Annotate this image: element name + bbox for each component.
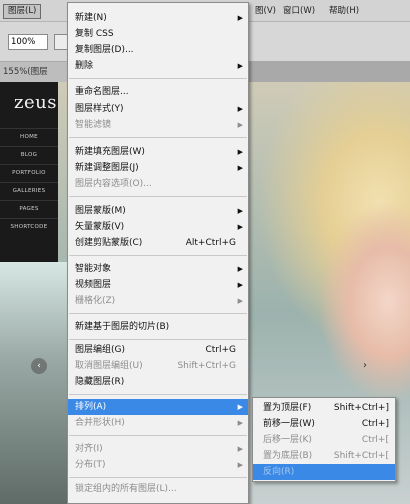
- submenu-arrow-icon: ▶: [237, 207, 243, 215]
- carousel-next-icon: ›: [363, 360, 367, 371]
- menu-separator: [69, 313, 247, 314]
- menu-item-lock-all-layers-in-group: 锁定组内的所有图层(L)...: [75, 484, 177, 494]
- website-nav-shortcode: SHORTCODE: [0, 218, 58, 235]
- menu-item-smart-objects[interactable]: 智能对象 ▶: [68, 261, 248, 277]
- menu-separator: [69, 137, 247, 138]
- arrange-submenu: 置为顶层(F) Shift+Ctrl+] 前移一层(W) Ctrl+] 后移一层(K…: [252, 397, 396, 482]
- submenu-arrow-icon: ▶: [237, 297, 243, 305]
- submenu-arrow-icon: ▶: [237, 461, 243, 469]
- zoom-field[interactable]: 100%: [8, 34, 48, 50]
- menu-item-layer-content-options: 图层内容选项(O)...: [75, 179, 152, 189]
- layer-menu: 新建(N) ▶ 复制 CSS 复制图层(D)... 删除 ▶ 重命名图层... 图层…: [67, 2, 249, 504]
- menu-help[interactable]: 帮助(H): [325, 4, 363, 19]
- menu-item-distribute: 分布(T) ▶: [68, 457, 248, 473]
- menu-item-new-adjustment-layer[interactable]: 新建调整图层(J) ▶: [68, 160, 248, 176]
- menu-item-delete[interactable]: 删除 ▶: [68, 58, 248, 74]
- website-photo-left-area: [0, 262, 70, 504]
- menu-item-duplicate-layer[interactable]: 复制图层(D)...: [68, 42, 248, 58]
- menu-item-layer-style[interactable]: 图层样式(Y) ▶: [68, 101, 248, 117]
- submenu-arrow-icon: ▶: [237, 148, 243, 156]
- menu-item-combine-shapes: 合并形状(H) ▶: [68, 415, 248, 431]
- website-nav-pages: PAGES: [0, 200, 58, 217]
- menu-separator: [69, 78, 247, 79]
- menu-view[interactable]: 图(V): [251, 4, 280, 19]
- menu-item-ungroup-layers: 取消图层编组(U) Shift+Ctrl+G: [75, 361, 236, 371]
- submenu-arrow-icon: ▶: [237, 445, 243, 453]
- submenu-arrow-icon: ▶: [237, 14, 243, 22]
- menu-window[interactable]: 窗口(W): [279, 4, 319, 19]
- menu-item-vector-mask[interactable]: 矢量蒙版(V) ▶: [68, 219, 248, 235]
- menu-item-group-layers[interactable]: 图层编组(G) Ctrl+G: [68, 342, 248, 358]
- website-nav-home: HOME: [0, 128, 58, 145]
- submenu-arrow-icon: ▶: [237, 105, 243, 113]
- menu-item-new-fill-layer[interactable]: 新建填充图层(W) ▶: [68, 144, 248, 160]
- submenu-arrow-icon: ▶: [237, 281, 243, 289]
- menu-separator: [69, 477, 247, 478]
- menu-separator: [69, 435, 247, 436]
- document-tab[interactable]: 155%(图层: [0, 62, 70, 82]
- submenu-item-send-backward: 后移一层(K) Ctrl+[: [263, 435, 389, 445]
- menu-item-copy-css[interactable]: 复制 CSS: [68, 26, 248, 42]
- menu-item-smart-filter: 智能滤镜 ▶: [68, 117, 248, 133]
- menu-item-new-layer-based-slice[interactable]: 新建基于图层的切片(B): [68, 319, 248, 335]
- menu-item-align: 对齐(I) ▶: [68, 441, 248, 457]
- menu-item-create-clipping-mask[interactable]: 创建剪贴蒙版(C) Alt+Ctrl+G: [68, 235, 248, 251]
- menu-item-arrange[interactable]: 排列(A) ▶: [68, 399, 248, 415]
- submenu-arrow-icon: ▶: [237, 403, 243, 411]
- menu-layer[interactable]: 图层(L): [3, 4, 42, 19]
- submenu-item-bring-forward[interactable]: 前移一层(W) Ctrl+]: [253, 416, 395, 432]
- menu-separator: [69, 339, 247, 340]
- submenu-item-send-to-back: 置为底层(B) Shift+Ctrl+[: [263, 451, 389, 461]
- carousel-prev-icon: ‹: [31, 358, 47, 374]
- submenu-item-reverse[interactable]: 反向(R): [253, 464, 395, 480]
- website-nav-blog: BLOG: [0, 146, 58, 163]
- menu-item-layer-mask[interactable]: 图层蒙版(M) ▶: [68, 203, 248, 219]
- submenu-item-bring-to-front[interactable]: 置为顶层(F) Shift+Ctrl+]: [253, 400, 395, 416]
- menu-separator: [69, 394, 247, 395]
- menu-separator: [69, 255, 247, 256]
- website-nav-galleries: GALLERIES: [0, 182, 58, 199]
- menu-item-rasterize: 栅格化(Z) ▶: [68, 293, 248, 309]
- submenu-arrow-icon: ▶: [237, 62, 243, 70]
- menu-item-new[interactable]: 新建(N) ▶: [68, 10, 248, 26]
- menu-item-rename-layer[interactable]: 重命名图层...: [68, 84, 248, 100]
- website-logo: zeus: [14, 92, 57, 113]
- submenu-arrow-icon: ▶: [237, 419, 243, 427]
- menu-separator: [69, 196, 247, 197]
- submenu-arrow-icon: ▶: [237, 265, 243, 273]
- submenu-arrow-icon: ▶: [237, 164, 243, 172]
- submenu-arrow-icon: ▶: [237, 121, 243, 129]
- submenu-arrow-icon: ▶: [237, 223, 243, 231]
- menu-item-hide-layers[interactable]: 隐藏图层(R): [68, 374, 248, 390]
- website-nav-portfolio: PORTFOLIO: [0, 164, 58, 181]
- menu-item-video-layers[interactable]: 视频图层 ▶: [68, 277, 248, 293]
